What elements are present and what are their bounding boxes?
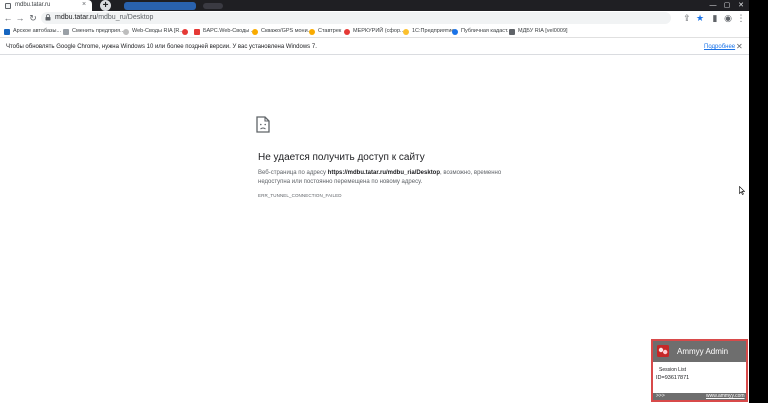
error-title: Не удается получить доступ к сайту	[258, 152, 425, 163]
ammyy-footer: >>> www.ammyy.com	[653, 393, 746, 400]
bookmark-favicon-icon	[63, 28, 69, 35]
bookmark-item[interactable]: Ставтрек	[309, 27, 341, 36]
error-page: Не удается получить доступ к сайту Веб-с…	[0, 56, 749, 403]
bookmark-item[interactable]: 1С:Предприятие	[403, 27, 454, 36]
bookmark-favicon-icon	[344, 28, 350, 35]
error-url: https://mdbu.tatar.ru/mdbu_ria/Desktop	[327, 170, 441, 176]
url-path: /mdbu_ru/Desktop	[96, 14, 154, 21]
error-code: ERR_TUNNEL_CONNECTION_FAILED	[258, 193, 342, 198]
bookmark-item[interactable]: БАРС.Web-Своды ...	[194, 27, 255, 36]
infobar-close-icon[interactable]: ✕	[736, 42, 743, 51]
reload-icon[interactable]: ↻	[28, 12, 38, 24]
address-bar[interactable]: mdbu.tatar.ru/mdbu_ru/Desktop	[41, 12, 671, 24]
close-window-button[interactable]: ✕	[734, 0, 748, 11]
tab-blurred[interactable]	[124, 2, 196, 10]
chrome-window: mdbu.tatar.ru × + — ▢ ✕ ← → ↻ mdbu.tatar…	[0, 0, 749, 403]
url-host: mdbu.tatar.ru	[55, 14, 97, 21]
bookmark-item[interactable]: Публичная кадаст...	[452, 27, 512, 36]
bookmark-favicon-icon	[182, 28, 188, 35]
lock-icon[interactable]	[45, 14, 51, 21]
error-description: Веб-страница по адресу https://mdbu.tata…	[258, 170, 502, 185]
ammyy-header[interactable]: Ammyy Admin	[653, 341, 746, 362]
share-icon[interactable]: ⇪	[682, 12, 692, 24]
ammyy-session-list[interactable]: Session List	[659, 367, 686, 373]
url-text: mdbu.tatar.ru/mdbu_ru/Desktop	[55, 13, 153, 23]
ammyy-website-link[interactable]: www.ammyy.com	[706, 393, 745, 400]
tab-close-icon[interactable]: ×	[82, 1, 86, 9]
ammyy-id: ID=93617871	[656, 375, 690, 381]
bookmark-favicon-icon	[509, 28, 515, 35]
globe-icon	[5, 3, 11, 9]
tab-blurred-small[interactable]	[203, 3, 223, 9]
update-infobar: Чтобы обновлять Google Chrome, нужна Win…	[0, 39, 749, 55]
tab-mdbu[interactable]: mdbu.tatar.ru ×	[0, 0, 92, 11]
back-icon[interactable]: ←	[3, 12, 13, 24]
bookmark-favicon-icon	[309, 28, 315, 35]
menu-icon[interactable]: ⋮	[736, 12, 746, 24]
bookmark-favicon-icon	[194, 28, 200, 35]
bookmarks-bar: Арское автобазы... Сменить предприя... W…	[0, 25, 749, 38]
bookmark-item[interactable]: Сменить предприя...	[63, 27, 125, 36]
toolbar: ← → ↻ mdbu.tatar.ru/mdbu_ru/Desktop ⇪ ★ …	[0, 11, 749, 25]
desktop-screen: mdbu.tatar.ru × + — ▢ ✕ ← → ↻ mdbu.tatar…	[0, 0, 768, 403]
ammyy-expand-icon[interactable]: >>>	[656, 393, 665, 400]
new-tab-button[interactable]: +	[100, 0, 111, 11]
bookmark-star-icon[interactable]: ★	[695, 12, 705, 24]
infobar-learn-more-link[interactable]: Подробнее	[704, 43, 735, 51]
sad-page-icon	[256, 116, 270, 133]
bookmark-item[interactable]: Скважо/GPS мони...	[252, 27, 312, 36]
tab-title: mdbu.tatar.ru	[15, 2, 51, 8]
mouse-cursor-icon	[739, 186, 745, 195]
bookmark-favicon-icon	[252, 28, 258, 35]
forward-icon[interactable]: →	[15, 12, 25, 24]
bookmark-item[interactable]: МЕРКУРИЙ (сфор...	[344, 27, 405, 36]
side-panel-icon[interactable]: ▮	[710, 12, 720, 24]
ammyy-title: Ammyy Admin	[677, 347, 729, 356]
bookmark-item[interactable]: Web-Своды RIA [R...	[123, 27, 184, 36]
infobar-message: Чтобы обновлять Google Chrome, нужна Win…	[6, 44, 317, 50]
bookmark-favicon-icon	[123, 28, 129, 35]
ammyy-logo-icon	[657, 345, 669, 357]
bookmark-item[interactable]	[182, 27, 191, 36]
bookmark-favicon-icon	[4, 28, 10, 35]
tab-strip: mdbu.tatar.ru × + — ▢ ✕	[0, 0, 749, 11]
maximize-button[interactable]: ▢	[720, 0, 734, 11]
ammyy-admin-widget[interactable]: Ammyy Admin Session List ID=93617871 >>>…	[651, 339, 748, 402]
profile-icon[interactable]: ◉	[723, 12, 733, 24]
bookmark-item[interactable]: Арское автобазы...	[4, 27, 61, 36]
bookmark-favicon-icon	[452, 28, 458, 35]
bookmark-favicon-icon	[403, 28, 409, 35]
bookmark-item[interactable]: МДБУ RIA [vel0009]	[509, 27, 568, 36]
minimize-button[interactable]: —	[706, 0, 720, 11]
